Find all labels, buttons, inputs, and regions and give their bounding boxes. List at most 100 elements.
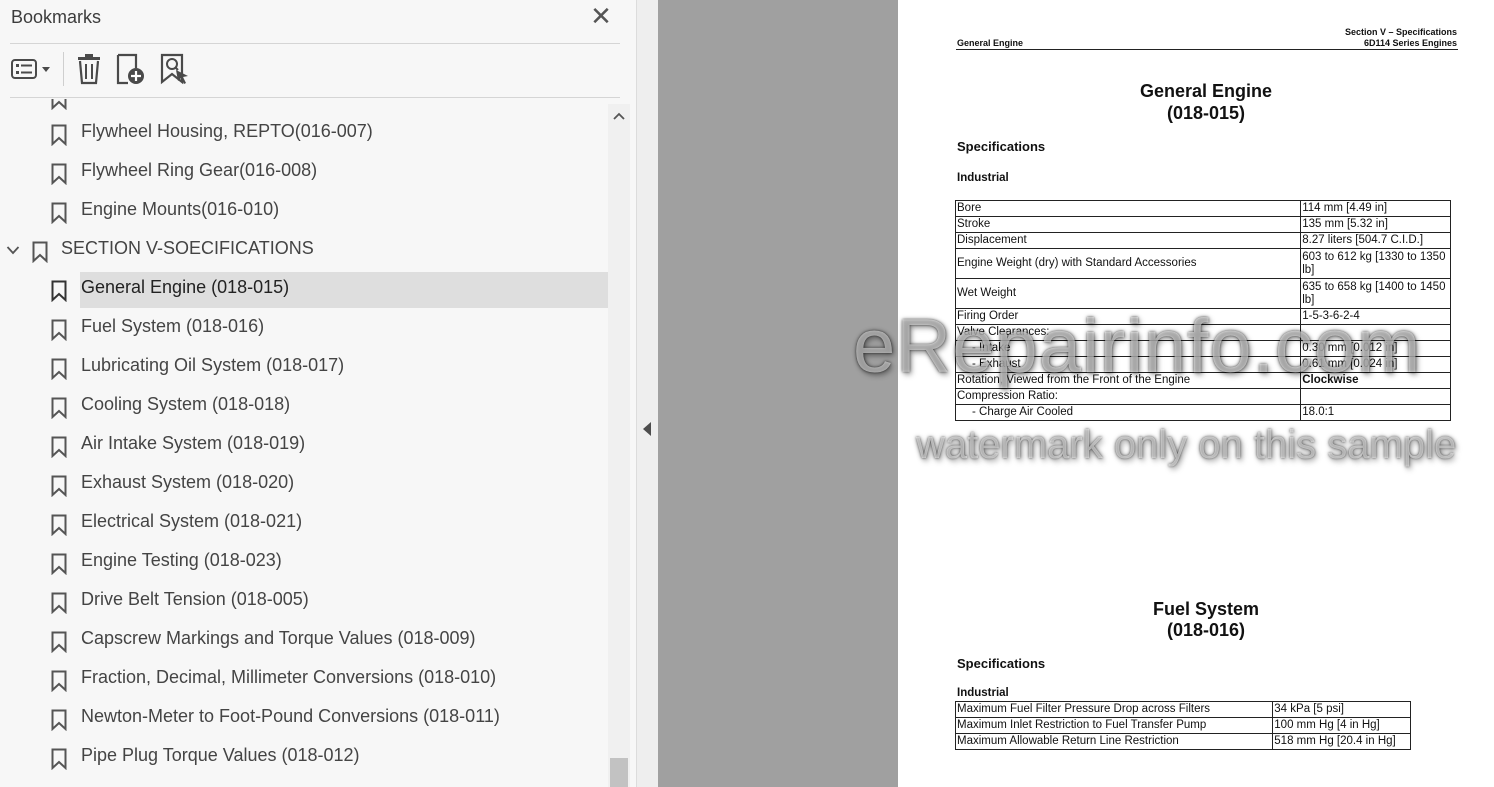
bookmark-icon bbox=[51, 748, 67, 770]
spec-name: Firing Order bbox=[954, 308, 1302, 325]
section-code-general-engine: (018-015) bbox=[1166, 103, 1246, 123]
bookmark-section[interactable]: SECTION V-SOECIFICATIONS bbox=[0, 233, 608, 269]
spec-row: Maximum Fuel Filter Pressure Drop across… bbox=[954, 701, 1411, 718]
chevron-up-icon bbox=[613, 112, 625, 120]
bookmark-icon bbox=[51, 202, 67, 224]
bookmark-item[interactable]: Cooling System (018-018) bbox=[0, 389, 608, 425]
bookmark-icon bbox=[51, 280, 67, 302]
bookmark-label: Air Intake System (018-019) bbox=[81, 433, 306, 453]
toolbar-divider bbox=[10, 97, 620, 98]
bookmark-label: General Engine (018-015) bbox=[81, 277, 290, 297]
bookmark-icon bbox=[51, 319, 67, 341]
bookmark-icon bbox=[51, 670, 67, 692]
bookmark-item[interactable]: Newton-Meter to Foot-Pound Conversions (… bbox=[0, 701, 608, 737]
spec-name: Engine Weight (dry) with Standard Access… bbox=[954, 248, 1302, 279]
bookmark-icon bbox=[51, 709, 67, 731]
spec-row: Valve Clearances: bbox=[954, 324, 1451, 341]
bookmark-item[interactable]: Exhaust System (018-020) bbox=[0, 467, 608, 503]
bookmark-item[interactable] bbox=[0, 99, 608, 116]
spec-value: Clockwise bbox=[1300, 372, 1451, 389]
spec-name: Valve Clearances: bbox=[954, 324, 1302, 341]
bookmark-item[interactable]: Drive Belt Tension (018-005) bbox=[0, 584, 608, 620]
bookmark-icon bbox=[51, 99, 67, 110]
page-header-section: Section V – Specifications bbox=[1344, 27, 1457, 37]
spec-name: - Charge Air Cooled bbox=[954, 404, 1302, 421]
scroll-up-button[interactable] bbox=[608, 106, 630, 126]
bookmark-item[interactable]: Capscrew Markings and Torque Values (018… bbox=[0, 623, 608, 659]
bookmark-item[interactable]: General Engine (018-015) bbox=[0, 272, 608, 308]
spec-value bbox=[1300, 388, 1451, 405]
spec-name: Bore bbox=[954, 200, 1302, 217]
page-header-left: General Engine bbox=[957, 38, 1024, 48]
spec-row: Firing Order 1-5-3-6-2-4 bbox=[954, 308, 1451, 325]
spec-row: Maximum Allowable Return Line Restrictio… bbox=[954, 733, 1411, 750]
options-menu-button[interactable] bbox=[10, 52, 54, 86]
spec-name: Displacement bbox=[954, 232, 1302, 249]
bookmark-label: Cooling System (018-018) bbox=[81, 394, 291, 414]
bookmark-label: SECTION V-SOECIFICATIONS bbox=[61, 238, 314, 258]
find-bookmark-icon bbox=[160, 53, 188, 85]
scroll-thumb[interactable] bbox=[610, 758, 628, 787]
new-bookmark-button[interactable] bbox=[114, 52, 148, 86]
bookmark-label: Flywheel Ring Gear(016-008) bbox=[81, 160, 318, 180]
add-bookmark-icon bbox=[116, 53, 144, 85]
bookmark-label: Fuel System (018-016) bbox=[81, 316, 265, 336]
bookmark-item[interactable]: Flywheel Housing, REPTO(016-007) bbox=[0, 116, 608, 152]
bookmark-item[interactable]: Air Intake System (018-019) bbox=[0, 428, 608, 464]
specifications-heading: Specifications bbox=[957, 656, 1046, 671]
collapse-panel-arrow-icon[interactable] bbox=[643, 422, 651, 436]
bookmark-item[interactable]: Engine Mounts(016-010) bbox=[0, 194, 608, 230]
spec-row: Compression Ratio: bbox=[954, 388, 1451, 405]
bookmark-label: Engine Testing (018-023) bbox=[81, 550, 282, 570]
toolbar-separator bbox=[63, 52, 64, 86]
spec-row: - Charge Air Cooled 18.0:1 bbox=[954, 404, 1451, 421]
bookmark-item[interactable]: Flywheel Ring Gear(016-008) bbox=[0, 155, 608, 191]
bookmark-icon bbox=[51, 514, 67, 536]
delete-bookmark-button[interactable] bbox=[74, 52, 104, 86]
trash-icon bbox=[78, 54, 100, 85]
bookmark-icon bbox=[51, 631, 67, 653]
spec-value: 0.61 mm [0.024 in] bbox=[1300, 356, 1451, 373]
spec-value: 0.30 mm [0.012 in] bbox=[1300, 340, 1451, 357]
bookmark-item[interactable]: Engine Testing (018-023) bbox=[0, 545, 608, 581]
bookmark-label: Capscrew Markings and Torque Values (018… bbox=[81, 628, 476, 648]
spec-value: 603 to 612 kg [1330 to 1350 lb] bbox=[1300, 248, 1451, 279]
bookmark-label: Electrical System (018-021) bbox=[81, 511, 303, 531]
bookmark-item[interactable]: Fuel System (018-016) bbox=[0, 311, 608, 347]
spec-name: Maximum Inlet Restriction to Fuel Transf… bbox=[954, 717, 1274, 734]
spec-name: - Intake bbox=[954, 340, 1302, 357]
bookmark-icon bbox=[51, 475, 67, 497]
close-panel-button[interactable]: ✕ bbox=[588, 3, 614, 30]
bookmarks-panel: Bookmarks ✕ Flywheel Housing, REPTO(016-… bbox=[0, 0, 636, 787]
bookmark-label: Exhaust System (018-020) bbox=[81, 472, 295, 492]
bookmark-item[interactable]: Lubricating Oil System (018-017) bbox=[0, 350, 608, 386]
panel-splitter[interactable] bbox=[636, 0, 658, 787]
spec-row: Bore 114 mm [4.49 in] bbox=[954, 200, 1451, 217]
bookmark-icon bbox=[51, 436, 67, 458]
bookmark-item[interactable]: Electrical System (018-021) bbox=[0, 506, 608, 542]
document-viewer[interactable]: General Engine Section V – Specification… bbox=[658, 0, 1494, 787]
bookmark-icon bbox=[51, 358, 67, 380]
bookmark-item[interactable]: Pipe Plug Torque Values (018-012) bbox=[0, 740, 608, 776]
bookmark-item[interactable]: Fraction, Decimal, Millimeter Conversion… bbox=[0, 662, 608, 698]
bookmark-label: Engine Mounts(016-010) bbox=[81, 199, 280, 219]
bookmarks-scrollbar[interactable] bbox=[608, 104, 630, 787]
spec-value: 100 mm Hg [4 in Hg] bbox=[1272, 717, 1411, 734]
spec-row: Rotation, Viewed from the Front of the E… bbox=[954, 372, 1451, 389]
chevron-down-icon[interactable] bbox=[6, 245, 20, 255]
bookmark-icon bbox=[32, 241, 48, 263]
spec-row: Engine Weight (dry) with Standard Access… bbox=[954, 248, 1451, 279]
specifications-heading: Specifications bbox=[957, 139, 1046, 154]
header-rule bbox=[956, 49, 1458, 50]
spec-value: 34 kPa [5 psi] bbox=[1272, 701, 1411, 718]
section-code-fuel-system: (018-016) bbox=[1166, 620, 1246, 640]
spec-row: Stroke 135 mm [5.32 in] bbox=[954, 216, 1451, 233]
spec-row: Displacement 8.27 liters [504.7 C.I.D.] bbox=[954, 232, 1451, 249]
general-engine-spec-table: Bore 114 mm [4.49 in] Stroke 135 mm [5.32 i… bbox=[954, 200, 1451, 421]
spec-row: - Exhaust 0.61 mm [0.024 in] bbox=[954, 356, 1451, 373]
spec-name: Maximum Allowable Return Line Restrictio… bbox=[954, 733, 1274, 750]
bookmark-tree: Flywheel Housing, REPTO(016-007) Flywheel… bbox=[0, 99, 608, 787]
spec-row: Wet Weight 635 to 658 kg [1400 to 1450 lb… bbox=[954, 278, 1451, 309]
bookmark-icon bbox=[51, 124, 67, 146]
find-bookmark-button[interactable] bbox=[158, 52, 192, 86]
